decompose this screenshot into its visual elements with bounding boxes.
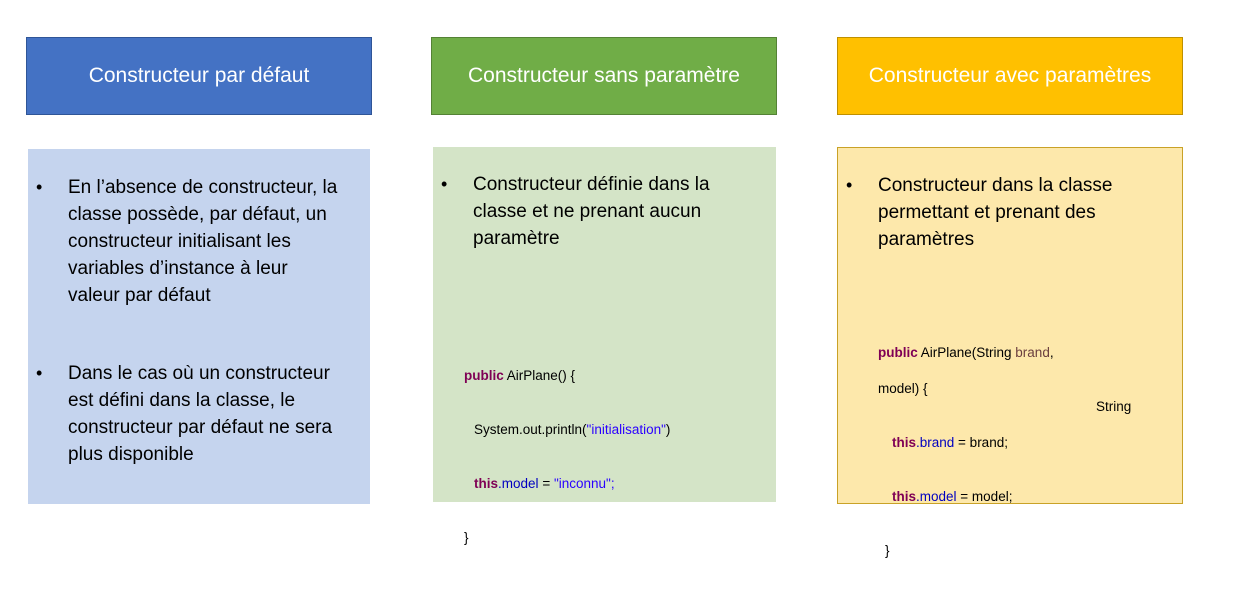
- header-no-arg-constructor: Constructeur sans paramètre: [431, 37, 777, 115]
- header-default-constructor: Constructeur par défaut: [26, 37, 372, 115]
- code-line: public AirPlane() {: [464, 368, 576, 383]
- bullet-text: Constructeur définie dans la classe et n…: [473, 174, 710, 249]
- code-line: this.model = model;: [892, 489, 1013, 504]
- code-line: System.out.println("initialisation"): [474, 422, 671, 437]
- card-no-arg-constructor: • Constructeur définie dans la classe et…: [433, 147, 776, 545]
- bullet-text: Dans le cas où un constructeur est défin…: [68, 363, 333, 465]
- header-param-constructor-title: Constructeur avec paramètres: [868, 64, 1152, 87]
- code-snippet-no-arg: public AirPlane() { System.out.println("…: [464, 331, 670, 583]
- code-line: }: [464, 530, 469, 545]
- code-line: this.brand = brand;: [892, 435, 1008, 450]
- bullet-dot-icon: •: [36, 363, 43, 383]
- code-line: this.model = "inconnu";: [474, 476, 615, 491]
- bullet-item: • Constructeur dans la classe permettant…: [846, 172, 1112, 253]
- code-line: model) {: [878, 381, 928, 396]
- bullet-text: En l’absence de constructeur, la classe …: [68, 177, 338, 306]
- code-snippet-param-cont: model) { this.brand = brand; this.model …: [878, 344, 1012, 596]
- bullet-dot-icon: •: [441, 174, 448, 194]
- bullet-item: • Dans le cas où un constructeur est déf…: [36, 360, 332, 468]
- bullet-text: Constructeur dans la classe permettant e…: [878, 175, 1113, 250]
- bullet-dot-icon: •: [36, 177, 43, 197]
- header-no-arg-constructor-title: Constructeur sans paramètre: [468, 64, 740, 87]
- bullet-item: • En l’absence de constructeur, la class…: [36, 174, 337, 309]
- card-param-constructor: • Constructeur dans la classe permettant…: [837, 147, 1183, 558]
- card-default-constructor: • En l’absence de constructeur, la class…: [28, 149, 370, 504]
- code-line: }: [885, 543, 890, 558]
- bullet-dot-icon: •: [846, 175, 853, 195]
- header-param-constructor: Constructeur avec paramètres: [837, 37, 1183, 115]
- bullet-item: • Constructeur définie dans la classe et…: [441, 171, 710, 252]
- header-default-constructor-title: Constructeur par défaut: [88, 64, 310, 87]
